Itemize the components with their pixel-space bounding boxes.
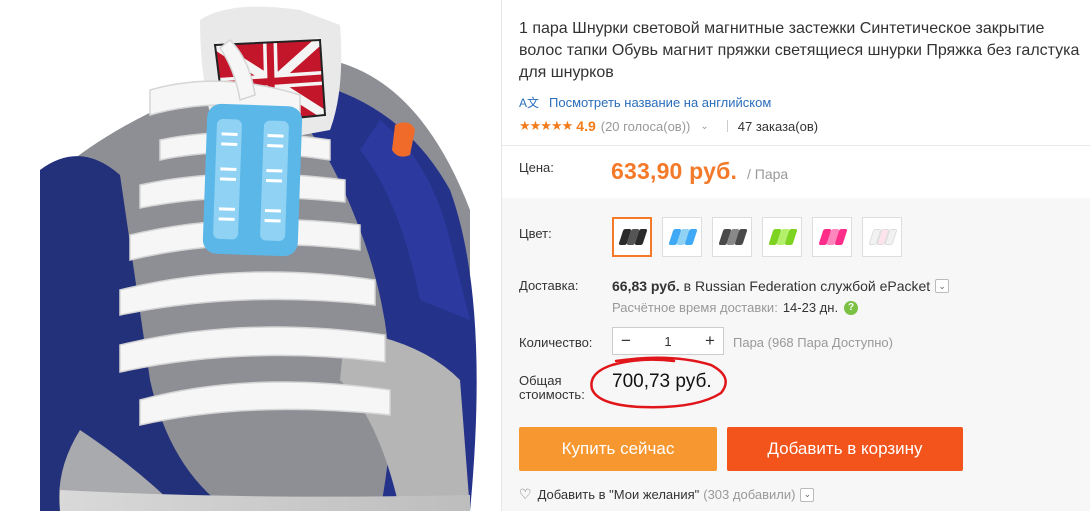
shipping-cost: 66,83 руб. bbox=[612, 278, 680, 294]
color-swatch-black[interactable] bbox=[612, 217, 652, 257]
color-label: Цвет: bbox=[519, 226, 552, 241]
product-title: 1 пара Шнурки световой магнитные застежк… bbox=[519, 20, 1080, 81]
eta-label: Расчётное время доставки: bbox=[612, 300, 778, 315]
color-swatch-white[interactable] bbox=[862, 217, 902, 257]
shipping-destination: в Russian Federation службой ePacket bbox=[683, 278, 931, 294]
color-swatch-dark-gray[interactable] bbox=[712, 217, 752, 257]
quantity-decrease-button[interactable]: − bbox=[613, 331, 639, 351]
product-details-panel: 1 пара Шнурки световой магнитные застежк… bbox=[502, 0, 1090, 511]
add-to-wishlist-link[interactable]: ♡ Добавить в "Мои желания" (303 добавили… bbox=[519, 486, 815, 503]
product-image[interactable] bbox=[0, 0, 500, 511]
translate-label: Посмотреть название на английском bbox=[549, 95, 772, 110]
clasp-thumbnail-icon bbox=[668, 229, 698, 245]
color-swatches bbox=[612, 217, 902, 257]
rating-value: 4.9 bbox=[576, 118, 596, 134]
color-swatch-pink[interactable] bbox=[812, 217, 852, 257]
delivery-estimate: Расчётное время доставки: 14-23 дн. ? bbox=[612, 300, 859, 315]
price-unit: / Пара bbox=[747, 166, 789, 182]
quantity-stepper: − 1 + bbox=[612, 327, 724, 355]
divider bbox=[502, 145, 1090, 146]
rating-votes[interactable]: (20 голоса(ов)) bbox=[601, 119, 691, 134]
rating-separator bbox=[726, 120, 728, 132]
color-swatch-blue[interactable] bbox=[662, 217, 702, 257]
star-rating-icon: ★★★★★ bbox=[519, 118, 573, 133]
help-icon[interactable]: ? bbox=[844, 300, 859, 315]
chevron-down-icon[interactable]: ⌄ bbox=[700, 121, 708, 132]
clasp-thumbnail-icon bbox=[618, 229, 648, 245]
rating-row: ★★★★★ 4.9 (20 голоса(ов)) ⌄ 47 заказа(ов… bbox=[519, 118, 818, 134]
sneaker-photo bbox=[0, 0, 500, 511]
translate-icon: A文 bbox=[519, 96, 540, 110]
heart-icon: ♡ bbox=[519, 486, 532, 502]
clasp-thumbnail-icon bbox=[768, 229, 798, 245]
total-label: Общая стоимость: bbox=[519, 373, 585, 402]
chevron-down-icon[interactable]: ⌄ bbox=[935, 279, 950, 293]
price-label: Цена: bbox=[519, 160, 554, 175]
clasp-thumbnail-icon bbox=[818, 229, 848, 245]
quantity-input[interactable]: 1 bbox=[639, 334, 697, 349]
eta-value: 14-23 дн. bbox=[782, 300, 839, 315]
shipping-label: Доставка: bbox=[519, 278, 579, 293]
quantity-available: Пара (968 Пара Доступно) bbox=[733, 335, 893, 350]
clasp-thumbnail-icon bbox=[868, 229, 898, 245]
wishlist-count: (303 добавили) bbox=[703, 487, 796, 502]
color-swatch-green[interactable] bbox=[762, 217, 802, 257]
wishlist-label: Добавить в "Мои желания" bbox=[537, 487, 700, 502]
quantity-label: Количество: bbox=[519, 335, 593, 350]
translate-title-link[interactable]: A文 Посмотреть название на английском bbox=[519, 94, 771, 111]
quantity-increase-button[interactable]: + bbox=[697, 331, 723, 351]
annotation-circle bbox=[590, 356, 727, 409]
price-value: 633,90 руб. bbox=[611, 158, 738, 184]
shipping-method[interactable]: 66,83 руб. в Russian Federation службой … bbox=[612, 278, 950, 294]
orders-count: 47 заказа(ов) bbox=[737, 118, 819, 134]
chevron-down-icon[interactable]: ⌄ bbox=[800, 487, 815, 502]
add-to-cart-button[interactable]: Добавить в корзину bbox=[727, 427, 963, 471]
buy-now-button[interactable]: Купить сейчас bbox=[519, 427, 717, 471]
clasp-thumbnail-icon bbox=[718, 229, 748, 245]
